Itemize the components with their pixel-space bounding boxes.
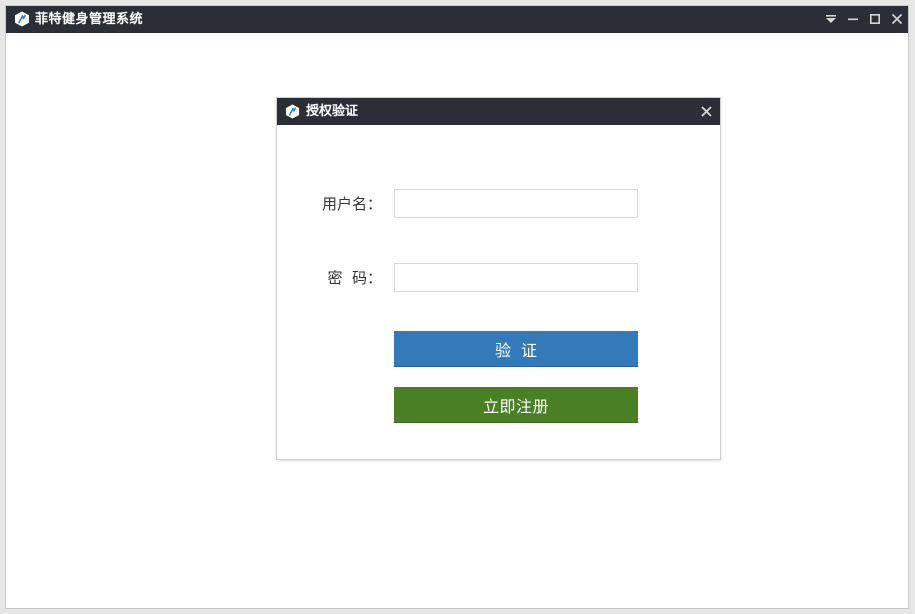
dropdown-icon xyxy=(825,10,837,29)
register-button[interactable]: 立即注册 xyxy=(394,387,638,423)
maximize-button[interactable] xyxy=(864,6,886,33)
username-label: 用户名： xyxy=(321,195,382,213)
app-logo-icon xyxy=(14,11,30,27)
window-controls xyxy=(820,6,908,33)
minimize-button[interactable] xyxy=(842,6,864,33)
app-logo-icon xyxy=(285,104,300,119)
close-icon xyxy=(891,10,903,29)
dropdown-button[interactable] xyxy=(820,6,842,33)
auth-dialog: 授权验证 用户名： 密 码： 验证 立即注册 xyxy=(276,97,721,460)
dialog-titlebar[interactable]: 授权验证 xyxy=(277,98,720,125)
window-title: 菲特健身管理系统 xyxy=(35,12,144,27)
password-label: 密 码： xyxy=(327,269,382,287)
window-titlebar[interactable]: 菲特健身管理系统 xyxy=(6,6,908,33)
dialog-title: 授权验证 xyxy=(306,104,359,119)
close-icon[interactable] xyxy=(699,104,714,119)
main-window: 菲特健身管理系统 授权验证 用户名： 密 码： 验证 立即注册 xyxy=(5,5,909,609)
minimize-icon xyxy=(847,10,859,29)
password-input[interactable] xyxy=(394,263,638,292)
close-button[interactable] xyxy=(886,6,908,33)
verify-button[interactable]: 验证 xyxy=(394,331,638,367)
username-input[interactable] xyxy=(394,189,638,218)
maximize-icon xyxy=(869,10,881,29)
